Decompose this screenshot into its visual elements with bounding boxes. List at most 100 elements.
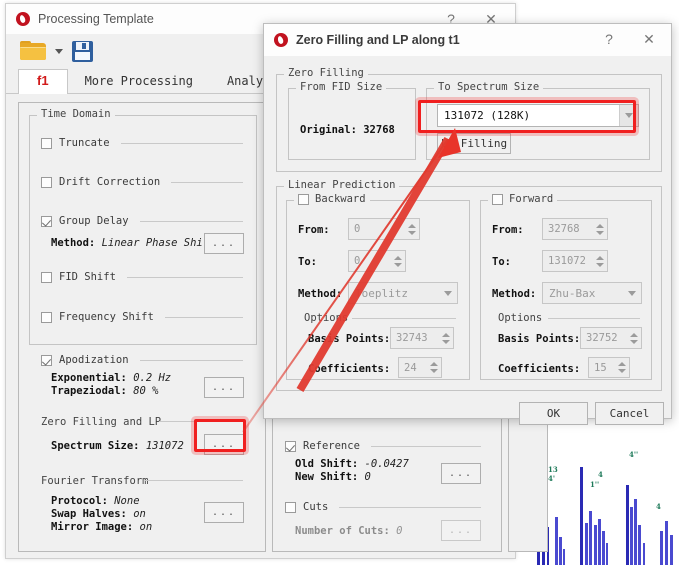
spectrum-size-combobox[interactable]: 131072 (128K) [437, 104, 639, 127]
spinner-arrows-icon[interactable] [593, 251, 607, 271]
forward-coefficients-spinner[interactable]: 15 [588, 357, 630, 378]
forward-to-spinner[interactable]: 131072 [542, 250, 608, 272]
drift-correction-checkbox[interactable] [41, 176, 52, 188]
group-delay-checkbox[interactable] [41, 215, 52, 227]
cuts-options-button[interactable]: ... [441, 520, 481, 541]
spectrum-peak-label: 13 [548, 465, 558, 474]
forward-basis-points-label: Basis Points: [498, 333, 581, 345]
spectrum-size-options-button[interactable]: ... [204, 434, 244, 455]
reference-options-button[interactable]: ... [441, 463, 481, 484]
divider [339, 506, 481, 508]
backward-to-spinner[interactable]: 0 [348, 250, 406, 272]
forward-to-value: 131072 [548, 255, 586, 267]
spectrum-peak-label: 4 [656, 502, 661, 511]
floppy-disk-save-icon[interactable] [72, 40, 93, 62]
reference-new-shift-value: 0 [364, 471, 371, 483]
apodization-label: Apodization [59, 354, 129, 366]
fid-shift-label: FID Shift [59, 271, 116, 283]
backward-checkbox[interactable] [298, 193, 309, 205]
forward-method-combobox[interactable]: Zhu-Bax [542, 282, 642, 304]
spectrum-peak [585, 523, 588, 565]
backward-basis-points-label: Basis Points: [308, 333, 391, 345]
ok-button[interactable]: OK [519, 402, 588, 425]
dialog-window-controls: ? ✕ [589, 24, 669, 56]
checkbox-row-reference[interactable]: Reference [285, 440, 481, 452]
reference-new-shift-key: New Shift: [295, 471, 359, 483]
spinner-arrows-icon[interactable] [615, 358, 629, 377]
spectrum-peak [670, 535, 673, 565]
spinner-arrows-icon[interactable] [593, 219, 607, 239]
zero-filling-lp-dialog: Zero Filling and LP along t1 ? ✕ Zero Fi… [263, 23, 672, 425]
reference-label: Reference [303, 440, 360, 452]
tab-more-processing[interactable]: More Processing [68, 68, 210, 93]
spectrum-peak [559, 537, 562, 565]
cuts-checkbox[interactable] [285, 501, 296, 513]
spinner-arrows-icon[interactable] [391, 251, 405, 271]
dialog-body: Zero Filling From FID Size Original: 327… [264, 56, 671, 425]
divider [548, 318, 640, 319]
group-to-spectrum-size-caption: To Spectrum Size [434, 81, 544, 93]
chevron-down-icon[interactable] [55, 48, 63, 54]
spectrum-size-combobox-value: 131072 (128K) [444, 109, 531, 122]
apodization-checkbox[interactable] [41, 354, 52, 366]
group-from-fid-size-caption: From FID Size [296, 81, 387, 93]
checkbox-row-group-delay[interactable]: Group Delay [41, 215, 243, 227]
folder-open-icon[interactable] [20, 41, 46, 61]
backward-basis-points-spinner[interactable]: 32743 [390, 327, 454, 349]
spinner-arrows-icon[interactable] [439, 328, 453, 348]
frequency-shift-checkbox[interactable] [41, 311, 52, 323]
checkbox-row-drift-correction[interactable]: Drift Correction [41, 176, 243, 188]
spectrum-size-key: Spectrum Size: [51, 440, 140, 452]
cancel-button[interactable]: Cancel [595, 402, 664, 425]
spinner-arrows-icon[interactable] [627, 328, 641, 348]
checkbox-row-truncate[interactable]: Truncate [41, 137, 243, 149]
zero-filling-caption-row: Zero Filling and LP [41, 416, 161, 428]
backward-method-value: Toeplitz [355, 286, 408, 300]
spinner-arrows-icon[interactable] [427, 358, 441, 377]
cuts-number-row: Number of Cuts: 0 [295, 525, 402, 537]
group-delay-method-key: Method: [51, 237, 96, 249]
group-linear-prediction: Linear Prediction Backward From: 0 To: 0 [276, 179, 662, 391]
checkbox-row-frequency-shift[interactable]: Frequency Shift [41, 311, 243, 323]
backward-coefficients-label: Coefficients: [308, 363, 391, 375]
chevron-down-icon[interactable] [438, 283, 457, 303]
forward-checkbox[interactable] [492, 193, 503, 205]
forward-from-spinner[interactable]: 32768 [542, 218, 608, 240]
lp-filling-button[interactable]: LP Filling [437, 133, 511, 154]
backward-from-spinner[interactable]: 0 [348, 218, 420, 240]
forward-to-label: To: [492, 256, 511, 268]
reference-checkbox[interactable] [285, 440, 296, 452]
apodization-trapeziodal-row: Trapeziodal: 80 % [51, 385, 158, 397]
backward-options-caption: Options [300, 312, 353, 324]
spectrum-peak [563, 549, 565, 565]
forward-coefficients-label: Coefficients: [498, 363, 581, 375]
group-delay-options-button[interactable]: ... [204, 233, 244, 254]
spinner-arrows-icon[interactable] [405, 219, 419, 239]
chevron-down-icon[interactable] [619, 105, 638, 126]
forward-basis-points-spinner[interactable]: 32752 [580, 327, 642, 349]
backward-basis-points-value: 32743 [396, 332, 428, 344]
zero-filling-caption: Zero Filling and LP [41, 416, 162, 428]
ft-protocol-row: Protocol: None [51, 495, 140, 507]
group-time-domain: Time Domain Truncate Drift Correction Gr… [29, 108, 257, 345]
spectrum-peak [598, 519, 601, 565]
fourier-transform-options-button[interactable]: ... [204, 502, 244, 523]
divider [139, 220, 243, 222]
tab-f1[interactable]: f1 [18, 69, 68, 94]
apodization-options-button[interactable]: ... [204, 377, 244, 398]
checkbox-row-fid-shift[interactable]: FID Shift [41, 271, 243, 283]
chevron-down-icon[interactable] [622, 283, 641, 303]
backward-coefficients-spinner[interactable]: 24 [398, 357, 442, 378]
help-button[interactable]: ? [589, 24, 629, 54]
close-button[interactable]: ✕ [629, 24, 669, 54]
apodization-exponential-row: Exponential: 0.2 Hz [51, 372, 171, 384]
ft-protocol-value: None [114, 495, 140, 507]
apodization-trapeziodal-value: 80 % [133, 385, 159, 397]
cuts-label: Cuts [303, 501, 329, 513]
app-logo-icon [16, 11, 30, 26]
fid-shift-checkbox[interactable] [41, 271, 52, 283]
checkbox-row-apodization[interactable]: Apodization [41, 354, 243, 366]
backward-method-combobox[interactable]: Toeplitz [348, 282, 458, 304]
checkbox-row-cuts[interactable]: Cuts [285, 501, 481, 513]
truncate-checkbox[interactable] [41, 137, 52, 149]
